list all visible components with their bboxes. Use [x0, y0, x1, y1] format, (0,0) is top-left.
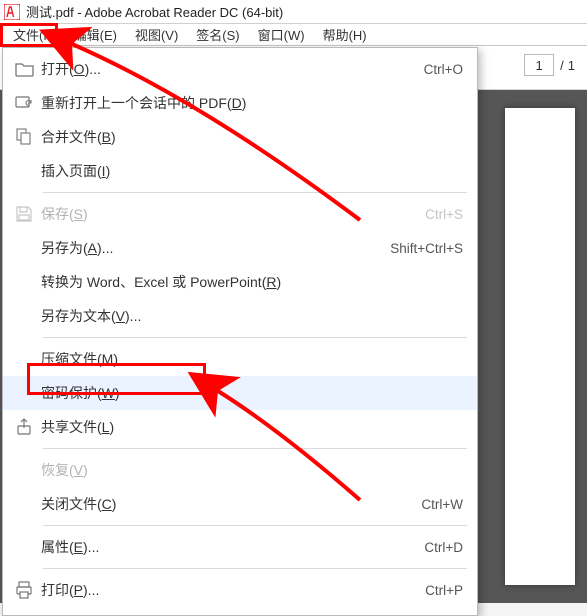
- menu-item-shortcut: Ctrl+P: [425, 583, 463, 598]
- menu-item-compress[interactable]: 压缩文件(M): [3, 342, 477, 376]
- folder-open-icon: [15, 59, 41, 79]
- menu-item-revert: 恢复(V): [3, 453, 477, 487]
- blank-icon: [15, 494, 41, 514]
- page-total: 1: [568, 58, 575, 73]
- menu-separator: [43, 337, 467, 338]
- menu-item-label: 打开(O)...: [41, 59, 424, 79]
- menu-item-reopen[interactable]: 重新打开上一个会话中的 PDF(D): [3, 86, 477, 120]
- window-title: 测试.pdf - Adobe Acrobat Reader DC (64-bit…: [26, 2, 283, 21]
- menu-item-open[interactable]: 打开(O)... Ctrl+O: [3, 52, 477, 86]
- menu-item-label: 打印(P)...: [41, 580, 425, 600]
- menu-item-label: 另存为(A)...: [41, 238, 390, 258]
- menu-window[interactable]: 窗口(W): [249, 23, 314, 46]
- blank-icon: [15, 349, 41, 369]
- page-sep: /: [560, 58, 564, 73]
- menu-item-combine[interactable]: 合并文件(B): [3, 120, 477, 154]
- blank-icon: [15, 161, 41, 181]
- blank-icon: [15, 306, 41, 326]
- menu-item-label: 密码保护(W): [41, 383, 463, 403]
- share-icon: [15, 417, 41, 437]
- menu-edit[interactable]: 编辑(E): [65, 23, 126, 46]
- menu-item-insert-pages[interactable]: 插入页面(I): [3, 154, 477, 188]
- menu-item-close[interactable]: 关闭文件(C) Ctrl+W: [3, 487, 477, 521]
- titlebar: 测试.pdf - Adobe Acrobat Reader DC (64-bit…: [0, 0, 587, 24]
- menu-separator: [43, 448, 467, 449]
- menu-item-properties[interactable]: 属性(E)... Ctrl+D: [3, 530, 477, 564]
- menu-sign[interactable]: 签名(S): [187, 23, 248, 46]
- blank-icon: [15, 238, 41, 258]
- menu-item-shortcut: Shift+Ctrl+S: [390, 241, 463, 256]
- menu-item-label: 属性(E)...: [41, 537, 424, 557]
- menu-file[interactable]: 文件(F): [4, 23, 65, 46]
- menu-item-label: 重新打开上一个会话中的 PDF(D): [41, 93, 463, 113]
- menu-item-label: 压缩文件(M): [41, 349, 463, 369]
- menu-item-password-protect[interactable]: 密码保护(W): [3, 376, 477, 410]
- menu-separator: [43, 192, 467, 193]
- menu-item-save: 保存(S) Ctrl+S: [3, 197, 477, 231]
- save-icon: [15, 204, 41, 224]
- menu-item-convert[interactable]: 转换为 Word、Excel 或 PowerPoint(R): [3, 265, 477, 299]
- menu-item-share[interactable]: 共享文件(L): [3, 410, 477, 444]
- menu-item-shortcut: Ctrl+S: [425, 207, 463, 222]
- menu-item-label: 保存(S): [41, 204, 425, 224]
- menu-help[interactable]: 帮助(H): [314, 23, 376, 46]
- menu-item-label: 转换为 Word、Excel 或 PowerPoint(R): [41, 272, 463, 292]
- menu-separator: [43, 525, 467, 526]
- menu-item-label: 插入页面(I): [41, 161, 463, 181]
- menu-item-shortcut: Ctrl+O: [424, 62, 463, 77]
- menu-item-label: 恢复(V): [41, 460, 463, 480]
- menubar: 文件(F) 编辑(E) 视图(V) 签名(S) 窗口(W) 帮助(H): [0, 24, 587, 46]
- menu-item-print[interactable]: 打印(P)... Ctrl+P: [3, 573, 477, 607]
- menu-item-label: 关闭文件(C): [41, 494, 421, 514]
- file-dropdown: 打开(O)... Ctrl+O 重新打开上一个会话中的 PDF(D) 合并文件(…: [2, 47, 478, 616]
- combine-icon: [15, 127, 41, 147]
- document-page[interactable]: [505, 108, 575, 585]
- print-icon: [15, 580, 41, 600]
- menu-item-saveas[interactable]: 另存为(A)... Shift+Ctrl+S: [3, 231, 477, 265]
- blank-icon: [15, 272, 41, 292]
- page-current-input[interactable]: [524, 54, 554, 76]
- menu-item-shortcut: Ctrl+W: [421, 497, 463, 512]
- blank-icon: [15, 460, 41, 480]
- reopen-icon: [15, 93, 41, 113]
- menu-item-label: 共享文件(L): [41, 417, 463, 437]
- page-number-control: / 1: [524, 54, 575, 76]
- blank-icon: [15, 383, 41, 403]
- menu-separator: [43, 568, 467, 569]
- blank-icon: [15, 537, 41, 557]
- menu-item-label: 合并文件(B): [41, 127, 463, 147]
- menu-item-label: 另存为文本(V)...: [41, 306, 463, 326]
- menu-item-save-text[interactable]: 另存为文本(V)...: [3, 299, 477, 333]
- app-icon: [4, 4, 20, 20]
- menu-item-shortcut: Ctrl+D: [424, 540, 463, 555]
- menu-view[interactable]: 视图(V): [126, 23, 187, 46]
